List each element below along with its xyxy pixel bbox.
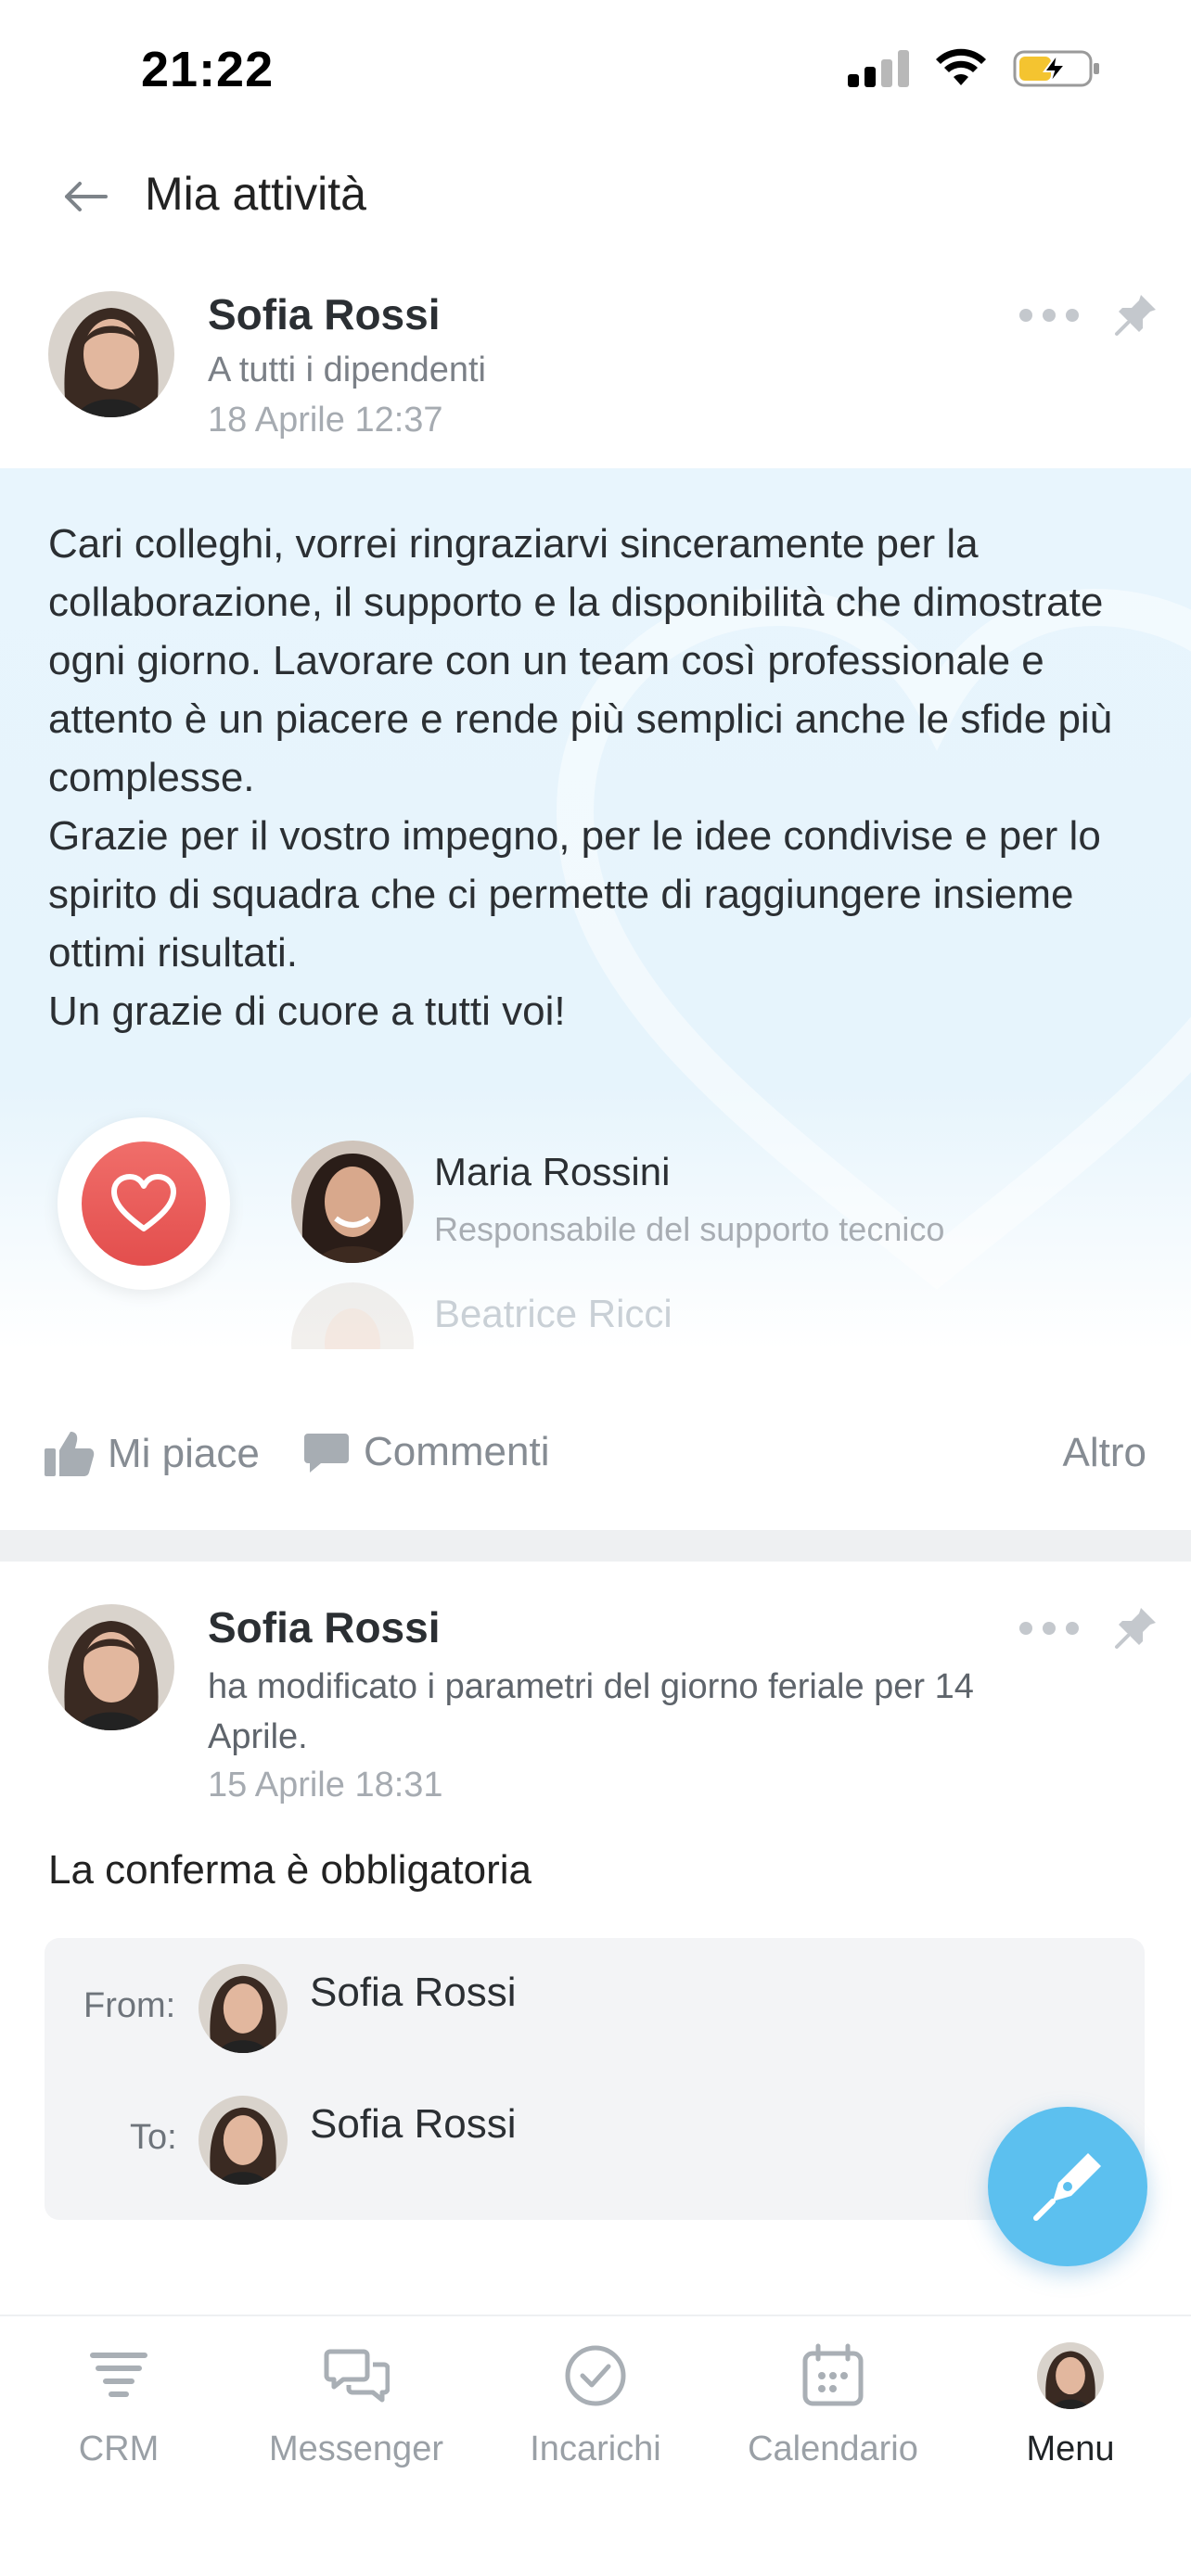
tab-label: Incarichi <box>530 2429 661 2468</box>
heart-icon <box>111 1174 176 1231</box>
from-name[interactable]: Sofia Rossi <box>310 1970 517 2016</box>
tab-bar: CRM Messenger Incarichi Calendario Menu <box>0 2315 1191 2576</box>
post-audience: A tutti i dipendenti <box>208 351 486 389</box>
page-title: Mia attività <box>145 168 366 220</box>
recipient-role: Responsabile del supporto tecnico <box>434 1210 945 1248</box>
feed-separator <box>0 1530 1191 1562</box>
avatar <box>1037 2342 1104 2409</box>
recipient-avatar[interactable] <box>291 1141 414 1263</box>
recipient-avatar[interactable] <box>291 1282 414 1349</box>
more-options-icon[interactable] <box>1017 1619 1082 1638</box>
like-label: Mi piace <box>108 1431 260 1476</box>
more-options-icon[interactable] <box>1017 306 1082 325</box>
status-bar: 21:22 <box>0 0 1191 130</box>
transfer-box: From: Sofia Rossi To: Sofia Rossi <box>45 1938 1145 2220</box>
pen-icon <box>1033 2153 1101 2221</box>
from-label: From: <box>83 1986 176 2025</box>
tab-label: Calendario <box>748 2429 918 2468</box>
comment-label: Commenti <box>364 1429 550 1474</box>
comment-button[interactable]: Commenti <box>302 1428 550 1476</box>
author-avatar[interactable] <box>48 291 174 417</box>
from-avatar[interactable] <box>198 1964 288 2053</box>
comment-icon <box>304 1434 349 1473</box>
tab-menu[interactable]: Menu <box>952 2342 1189 2469</box>
post-date: 15 Aprile 18:31 <box>208 1766 443 1804</box>
tab-label: CRM <box>78 2429 160 2468</box>
post-description: ha modificato i parametri del giorno fer… <box>208 1667 974 1756</box>
to-name[interactable]: Sofia Rossi <box>310 2101 517 2148</box>
gratitude-panel: Cari colleghi, vorrei ringraziarvi since… <box>0 468 1191 1349</box>
tab-incarichi[interactable]: Incarichi <box>477 2342 714 2469</box>
battery-charging-icon <box>1013 50 1099 87</box>
tab-label: Menu <box>1026 2429 1115 2468</box>
recipient-name[interactable]: Beatrice Ricci <box>434 1292 672 1336</box>
thumbs-up-icon <box>45 1432 95 1476</box>
wifi-icon <box>936 48 986 85</box>
crm-icon <box>90 2353 147 2397</box>
status-time: 21:22 <box>141 42 275 97</box>
signal-icon <box>848 50 909 87</box>
post-date: 18 Aprile 12:37 <box>208 401 443 440</box>
recipient-name[interactable]: Maria Rossini <box>434 1150 670 1194</box>
pin-icon[interactable] <box>1113 1604 1159 1651</box>
pin-icon[interactable] <box>1113 291 1159 338</box>
status-icons <box>848 48 1102 89</box>
post-body: Cari colleghi, vorrei ringraziarvi since… <box>48 521 1113 1034</box>
tab-crm[interactable]: CRM <box>0 2342 237 2469</box>
page-header: Mia attività <box>0 139 1191 250</box>
post-author-name[interactable]: Sofia Rossi <box>208 289 441 339</box>
compose-post-button[interactable] <box>988 2107 1147 2266</box>
like-button[interactable]: Mi piace <box>43 1428 260 1480</box>
to-label: To: <box>130 2118 177 2157</box>
tab-messenger[interactable]: Messenger <box>237 2342 475 2469</box>
author-avatar[interactable] <box>48 1604 174 1730</box>
gratitude-badge <box>58 1117 230 1290</box>
post-actions: Mi piace Commenti Altro <box>0 1419 1191 1493</box>
more-link[interactable]: Altro <box>1063 1430 1146 1476</box>
messenger-icon <box>324 2349 390 2403</box>
tasks-icon <box>565 2345 626 2406</box>
post-title: La conferma è obbligatoria <box>48 1847 531 1893</box>
calendar-icon <box>802 2343 864 2406</box>
tab-label: Messenger <box>269 2429 443 2468</box>
to-avatar[interactable] <box>198 2096 288 2185</box>
tab-calendario[interactable]: Calendario <box>714 2342 952 2469</box>
post-author-name[interactable]: Sofia Rossi <box>208 1602 441 1652</box>
back-arrow-icon[interactable] <box>58 169 113 224</box>
